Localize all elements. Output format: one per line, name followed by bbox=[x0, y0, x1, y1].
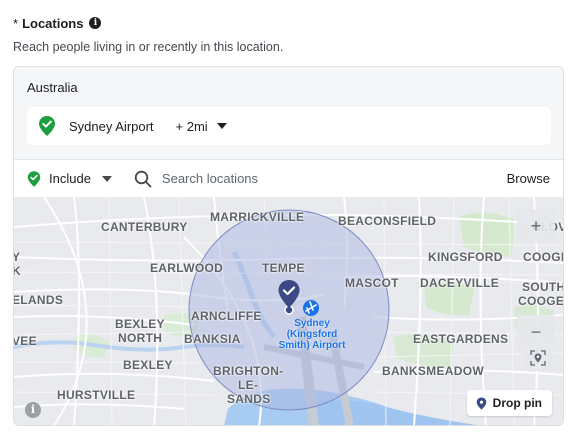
map-label-y-edge: Y bbox=[14, 251, 20, 264]
radius-dropdown[interactable]: + 2mi bbox=[176, 119, 227, 134]
map-label-kingsford: KINGSFORD bbox=[428, 250, 503, 264]
browse-button[interactable]: Browse bbox=[507, 171, 550, 186]
location-name: Sydney Airport bbox=[69, 118, 154, 134]
map-label-daceyville: DACEYVILLE bbox=[420, 276, 500, 290]
map-label-earlwood: EARLWOOD bbox=[150, 261, 224, 275]
map-label-brighton-2: LE- bbox=[238, 378, 259, 392]
drop-pin-label: Drop pin bbox=[492, 396, 542, 410]
map-label-beaconsfield: BEACONSFIELD bbox=[338, 214, 437, 228]
airport-label-2: (Kingsford bbox=[286, 329, 338, 340]
map-label-arncliffe: ARNCLIFFE bbox=[191, 309, 262, 323]
chevron-down-icon bbox=[101, 175, 112, 182]
location-card: Australia Sydney Airport + 2mi Include S… bbox=[13, 66, 564, 426]
map-label-brighton-1: BRIGHTON- bbox=[213, 364, 284, 378]
chevron-down-icon bbox=[216, 123, 227, 129]
map-label-bexley: BEXLEY bbox=[123, 358, 173, 372]
map-view[interactable]: MARRICKVILLE BEACONSFIELD CANTERBURY CLO… bbox=[14, 197, 563, 425]
include-label: Include bbox=[49, 171, 91, 186]
locate-button[interactable] bbox=[523, 345, 553, 371]
map-label-banksia: BANKSIA bbox=[184, 332, 241, 346]
map-label-marrickville: MARRICKVILLE bbox=[210, 210, 305, 224]
search-locations-input[interactable] bbox=[161, 171, 462, 186]
section-subtitle: Reach people living in or recently in th… bbox=[13, 40, 284, 54]
locations-header: * Locations i bbox=[13, 14, 102, 32]
info-icon[interactable]: i bbox=[89, 17, 102, 29]
map-label-vee: VEE bbox=[14, 334, 37, 348]
map-label-eastgardens: EASTGARDENS bbox=[413, 332, 509, 346]
map-label-k-edge: K bbox=[14, 265, 21, 278]
include-pin-icon bbox=[27, 170, 41, 187]
location-toolbar: Include Browse bbox=[14, 159, 563, 197]
map-label-elands: ELANDS bbox=[14, 293, 64, 307]
map-label-banksmeadow: BANKSMEADOW bbox=[382, 364, 484, 378]
airport-label-3: Smith) Airport bbox=[278, 340, 346, 351]
section-title: Locations bbox=[22, 15, 84, 31]
zoom-controls: + − bbox=[517, 209, 555, 349]
map-label-canterbury: CANTERBURY bbox=[101, 220, 188, 234]
airport-label-1: Sydney bbox=[294, 318, 330, 329]
map-label-bexley-north-1: BEXLEY bbox=[115, 317, 165, 331]
include-dropdown[interactable]: Include bbox=[27, 170, 112, 188]
country-label: Australia bbox=[27, 80, 78, 95]
search-icon bbox=[134, 170, 152, 187]
required-mark: * bbox=[13, 15, 19, 31]
drop-pin-button[interactable]: Drop pin bbox=[466, 390, 552, 416]
map-label-brighton-3: SANDS bbox=[227, 392, 271, 406]
zoom-out-button[interactable]: − bbox=[517, 315, 555, 349]
map-info-icon[interactable]: i bbox=[25, 402, 41, 418]
map-label-hurstville: HURSTVILLE bbox=[57, 388, 136, 402]
selected-location-marker[interactable] bbox=[277, 279, 301, 309]
radius-value: + 2mi bbox=[175, 118, 208, 134]
locate-icon bbox=[530, 350, 546, 366]
map-label-bexley-north-2: NORTH bbox=[118, 331, 163, 345]
map-label-tempe: TEMPE bbox=[262, 261, 305, 275]
location-pin-icon bbox=[39, 116, 55, 136]
selected-location[interactable]: Sydney Airport + 2mi bbox=[27, 107, 551, 145]
drop-pin-icon bbox=[476, 397, 486, 409]
search-box bbox=[134, 170, 507, 188]
zoom-in-button[interactable]: + bbox=[517, 209, 555, 243]
map-label-mascot: MASCOT bbox=[345, 276, 399, 290]
